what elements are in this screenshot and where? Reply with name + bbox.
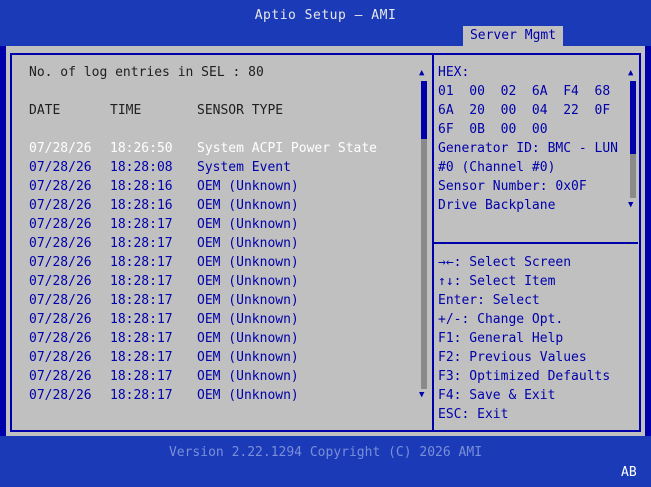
log-sensor-type: OEM (Unknown) [197,274,299,289]
ab-indicator: AB [621,465,637,480]
log-date: 07/28/26 [29,236,92,251]
log-date: 07/28/26 [29,198,92,213]
log-sensor-type: OEM (Unknown) [197,312,299,327]
log-date: 07/28/26 [29,141,92,156]
log-sensor-type: OEM (Unknown) [197,236,299,251]
log-date: 07/28/26 [29,369,92,384]
help-item: ↑↓: Select Item [438,274,556,289]
log-time: 18:26:50 [110,141,173,156]
log-sensor-type: OEM (Unknown) [197,331,299,346]
log-time: 18:28:17 [110,331,173,346]
log-sensor-type: OEM (Unknown) [197,388,299,403]
tab-server-mgmt[interactable]: Server Mgmt [463,26,563,46]
log-time: 18:28:17 [110,217,173,232]
log-time: 18:28:16 [110,179,173,194]
log-sensor-type: System Event [197,160,291,175]
log-date: 07/28/26 [29,160,92,175]
help-item: ESC: Exit [438,407,509,422]
version-text: Version 2.22.1294 Copyright (C) 2026 AMI [168,445,483,460]
log-scrollbar[interactable] [421,81,427,389]
log-time: 18:28:17 [110,293,173,308]
detail-line: Sensor Number: 0x0F [438,179,587,194]
log-time: 18:28:17 [110,274,173,289]
log-sensor-type: OEM (Unknown) [197,198,299,213]
column-sensor-type: SENSOR TYPE [197,103,284,118]
log-time: 18:28:17 [110,255,173,270]
help-item: +/-: Change Opt. [438,312,564,327]
log-sensor-type: System ACPI Power State [197,141,378,156]
log-date: 07/28/26 [29,255,92,270]
log-time: 18:28:17 [110,388,173,403]
log-time: 18:28:08 [110,160,173,175]
log-date: 07/28/26 [29,350,92,365]
detail-line: 6F 0B 00 00 [438,122,548,137]
log-sensor-type: OEM (Unknown) [197,369,299,384]
log-date: 07/28/26 [29,217,92,232]
detail-scroll-up-icon[interactable]: ▲ [628,68,633,78]
log-time: 18:28:17 [110,312,173,327]
log-sensor-type: OEM (Unknown) [197,350,299,365]
help-divider [434,242,638,244]
log-sensor-type: OEM (Unknown) [197,217,299,232]
scroll-down-icon[interactable]: ▼ [419,390,424,400]
log-sensor-type: OEM (Unknown) [197,293,299,308]
footer-bar [0,436,651,487]
detail-line: #0 (Channel #0) [438,160,556,175]
column-time: TIME [110,103,142,118]
log-date: 07/28/26 [29,388,92,403]
help-item: Enter: Select [438,293,540,308]
log-entry-count: No. of log entries in SEL : 80 [29,65,264,80]
detail-scrollbar[interactable] [630,81,636,198]
log-sensor-type: OEM (Unknown) [197,179,299,194]
log-sensor-type: OEM (Unknown) [197,255,299,270]
help-item: F2: Previous Values [438,350,587,365]
help-item: F3: Optimized Defaults [438,369,611,384]
log-time: 18:28:17 [110,369,173,384]
log-date: 07/28/26 [29,331,92,346]
log-date: 07/28/26 [29,293,92,308]
log-scroll-thumb[interactable] [421,81,427,139]
detail-line: 6A 20 00 04 22 0F [438,103,611,118]
log-date: 07/28/26 [29,179,92,194]
detail-line: 01 00 02 6A F4 68 [438,84,611,99]
column-date: DATE [29,103,61,118]
detail-scroll-thumb[interactable] [630,81,636,154]
app-title: Aptio Setup – AMI [254,8,397,23]
log-date: 07/28/26 [29,274,92,289]
detail-line: Drive Backplane [438,198,556,213]
log-time: 18:28:17 [110,236,173,251]
detail-line: Generator ID: BMC - LUN [438,141,619,156]
log-time: 18:28:17 [110,350,173,365]
log-time: 18:28:16 [110,198,173,213]
detail-line: HEX: [438,65,470,80]
log-date: 07/28/26 [29,312,92,327]
scroll-up-icon[interactable]: ▲ [419,68,424,78]
detail-scroll-down-icon[interactable]: ▼ [628,200,633,210]
help-item: →←: Select Screen [438,255,572,270]
help-item: F1: General Help [438,331,564,346]
help-item: F4: Save & Exit [438,388,556,403]
